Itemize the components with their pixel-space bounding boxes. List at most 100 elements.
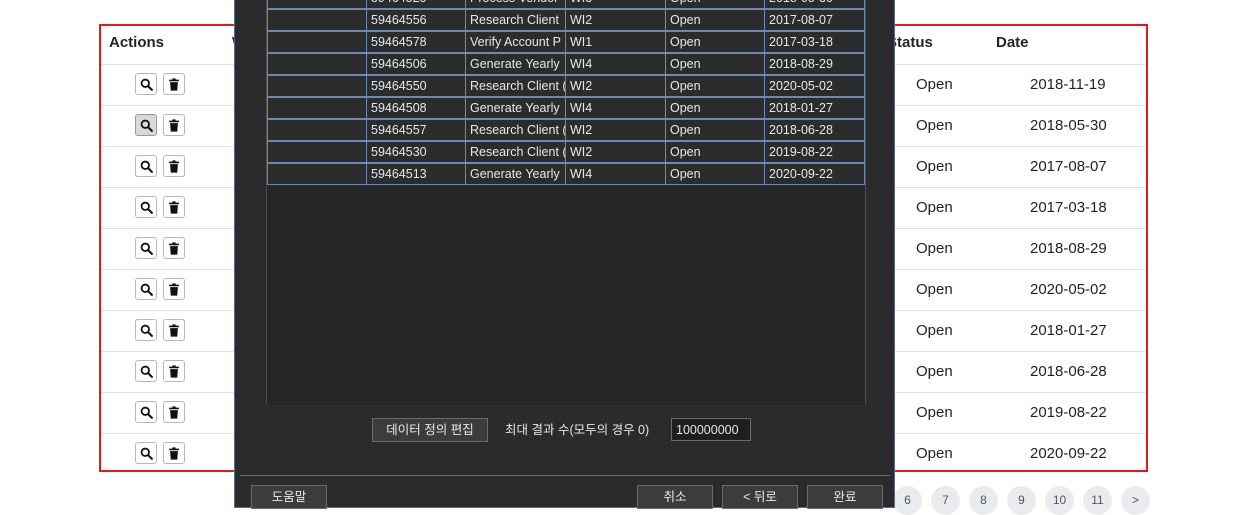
row-date: 2019-08-22 xyxy=(1030,404,1107,421)
trash-icon[interactable] xyxy=(163,319,185,341)
grid-cell-id: 59464525 xyxy=(367,0,466,9)
edit-data-definition-button[interactable]: 데이터 정의 편집 xyxy=(372,418,488,442)
grid-cell-wi: WI4 xyxy=(566,53,666,75)
grid-cell-status: Open xyxy=(666,141,765,163)
grid-cell-col1 xyxy=(267,163,367,185)
grid-cell-id: 59464550 xyxy=(367,75,466,97)
trash-icon[interactable] xyxy=(163,360,185,382)
grid-row[interactable]: 59464550 Research Client (WI2 Open 2020-05-… xyxy=(267,75,865,97)
grid-cell-id: 59464513 xyxy=(367,163,466,185)
grid-cell-date: 2019-08-22 xyxy=(765,141,865,163)
search-icon[interactable] xyxy=(135,360,157,382)
page-link[interactable]: 6 xyxy=(893,486,922,515)
row-status: Open xyxy=(916,76,953,93)
grid-cell-task: Research Client xyxy=(466,9,566,31)
grid-cell-task: Generate Yearly xyxy=(466,163,566,185)
row-status: Open xyxy=(916,240,953,257)
grid-cell-status: Open xyxy=(666,9,765,31)
grid-cell-status: Open xyxy=(666,31,765,53)
grid-cell-task: Process Vendor xyxy=(466,0,566,9)
grid-row[interactable]: 59464513 Generate Yearly WI4 Open 2020-09-22 xyxy=(267,163,865,185)
grid-row[interactable]: 59464525Process VendorWI3Open2018-05-30 xyxy=(267,0,865,9)
results-grid[interactable]: 59464525Process VendorWI3Open2018-05-305… xyxy=(266,0,866,405)
pagination: 6 7 8 9 10 11 > xyxy=(893,486,1150,515)
grid-cell-id: 59464508 xyxy=(367,97,466,119)
row-actions xyxy=(135,360,185,382)
cancel-button[interactable]: 취소 xyxy=(637,485,713,509)
grid-cell-status: Open xyxy=(666,97,765,119)
row-status: Open xyxy=(916,322,953,339)
search-icon[interactable] xyxy=(135,73,157,95)
row-actions xyxy=(135,73,185,95)
trash-icon[interactable] xyxy=(163,401,185,423)
row-status: Open xyxy=(916,199,953,216)
row-actions xyxy=(135,237,185,259)
grid-cell-status: Open xyxy=(666,163,765,185)
grid-cell-wi: WI1 xyxy=(566,31,666,53)
row-actions xyxy=(135,319,185,341)
max-results-input[interactable] xyxy=(671,418,751,441)
page-link[interactable]: 8 xyxy=(969,486,998,515)
row-status: Open xyxy=(916,117,953,134)
help-button[interactable]: 도움말 xyxy=(251,485,327,509)
page-link[interactable]: 10 xyxy=(1045,486,1074,515)
row-date: 2018-06-28 xyxy=(1030,363,1107,380)
grid-cell-wi: WI2 xyxy=(566,75,666,97)
page-link[interactable]: 11 xyxy=(1083,486,1112,515)
max-results-label: 최대 결과 수(모두의 경우 0) xyxy=(505,423,650,437)
grid-cell-date: 2017-08-07 xyxy=(765,9,865,31)
row-actions xyxy=(135,401,185,423)
search-icon[interactable] xyxy=(135,196,157,218)
grid-row[interactable]: 59464506 Generate Yearly WI4 Open 2018-08-29 xyxy=(267,53,865,75)
trash-icon[interactable] xyxy=(163,196,185,218)
grid-cell-col1 xyxy=(267,31,367,53)
grid-row[interactable]: 59464557 Research Client (WI2 Open 2018-06-… xyxy=(267,119,865,141)
row-status: Open xyxy=(916,281,953,298)
grid-row[interactable]: 59464556 Research Client WI2 Open 2017-08-07 xyxy=(267,9,865,31)
search-icon[interactable] xyxy=(135,319,157,341)
row-actions xyxy=(135,114,185,136)
grid-row[interactable]: 59464508 Generate Yearly WI4 Open 2018-01-27 xyxy=(267,97,865,119)
trash-icon[interactable] xyxy=(163,278,185,300)
grid-cell-status: Open xyxy=(666,119,765,141)
row-actions xyxy=(135,196,185,218)
search-icon[interactable] xyxy=(135,114,157,136)
back-button[interactable]: < 뒤로 xyxy=(722,485,798,509)
grid-cell-col1 xyxy=(267,75,367,97)
search-icon[interactable] xyxy=(135,278,157,300)
search-icon[interactable] xyxy=(135,442,157,464)
grid-cell-col1 xyxy=(267,119,367,141)
grid-row[interactable]: 59464530 Research Client (WI2 Open 2019-08-… xyxy=(267,141,865,163)
grid-cell-wi: WI2 xyxy=(566,141,666,163)
search-icon[interactable] xyxy=(135,155,157,177)
page-link[interactable]: > xyxy=(1121,486,1150,515)
search-icon[interactable] xyxy=(135,401,157,423)
grid-row[interactable]: 59464578 Verify Account P WI1 Open 2017-03-1… xyxy=(267,31,865,53)
grid-cell-id: 59464578 xyxy=(367,31,466,53)
row-actions xyxy=(135,278,185,300)
trash-icon[interactable] xyxy=(163,155,185,177)
grid-cell-col1 xyxy=(267,53,367,75)
grid-cell-date: 2018-08-29 xyxy=(765,53,865,75)
finish-button[interactable]: 완료 xyxy=(807,485,883,509)
trash-icon[interactable] xyxy=(163,237,185,259)
row-date: 2017-03-18 xyxy=(1030,199,1107,216)
grid-cell-task: Research Client ( xyxy=(466,119,566,141)
row-status: Open xyxy=(916,445,953,462)
row-actions xyxy=(135,155,185,177)
data-dialog: 59464525Process VendorWI3Open2018-05-305… xyxy=(234,0,895,509)
row-date: 2017-08-07 xyxy=(1030,158,1107,175)
trash-icon[interactable] xyxy=(163,114,185,136)
row-status: Open xyxy=(916,363,953,380)
grid-cell-task: Research Client ( xyxy=(466,75,566,97)
row-date: 2018-05-30 xyxy=(1030,117,1107,134)
grid-cell-date: 2018-06-28 xyxy=(765,119,865,141)
grid-cell-wi: WI2 xyxy=(566,9,666,31)
page-link[interactable]: 7 xyxy=(931,486,960,515)
header-actions: Actions xyxy=(109,34,165,51)
page-link[interactable]: 9 xyxy=(1007,486,1036,515)
search-icon[interactable] xyxy=(135,237,157,259)
row-status: Open xyxy=(916,158,953,175)
trash-icon[interactable] xyxy=(163,73,185,95)
trash-icon[interactable] xyxy=(163,442,185,464)
